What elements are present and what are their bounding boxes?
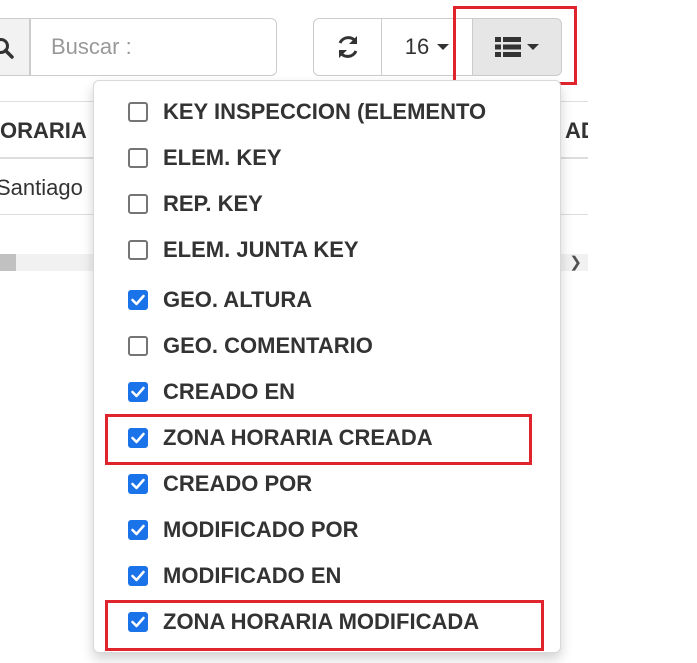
column-menu-item[interactable]: ELEM. JUNTA KEY: [128, 235, 359, 265]
column-header: ORARIA C: [0, 118, 108, 143]
highlight-zona-horaria-creada: [105, 414, 532, 465]
columns-dropdown-menu: KEY INSPECCION (ELEMENTO ELEM. KEY REP. KE…: [93, 80, 561, 653]
column-menu-item[interactable]: CREADO EN: [128, 377, 295, 407]
column-checkbox[interactable]: [128, 148, 148, 168]
highlight-zona-horaria-modificada: [105, 600, 544, 651]
column-menu-item[interactable]: MODIFICADO EN: [128, 561, 341, 591]
search-input[interactable]: [30, 18, 277, 76]
column-menu-item[interactable]: GEO. ALTURA: [128, 285, 312, 315]
column-menu-label: MODIFICADO EN: [163, 563, 342, 588]
column-menu-label: CREADO POR: [163, 471, 313, 496]
column-menu-item[interactable]: MODIFICADO POR: [128, 515, 359, 545]
column-checkbox[interactable]: [128, 566, 148, 586]
column-menu-label: GEO. COMENTARIO: [163, 333, 373, 358]
table-cell: Santiago: [0, 175, 83, 200]
column-menu-item[interactable]: CREADO POR: [128, 469, 312, 499]
refresh-button[interactable]: [313, 18, 382, 76]
column-menu-label: CREADO EN: [163, 379, 296, 404]
caret-down-icon: [437, 44, 450, 50]
column-checkbox[interactable]: [128, 102, 148, 122]
scrollbar-thumb[interactable]: [0, 254, 16, 271]
search-button[interactable]: [0, 18, 30, 76]
column-menu-item[interactable]: KEY INSPECCION (ELEMENTO: [128, 97, 486, 127]
highlight-columns-button: [453, 6, 577, 85]
column-menu-label: GEO. ALTURA: [163, 287, 313, 312]
column-menu-label: REP. KEY: [163, 191, 263, 216]
column-header: AD: [565, 118, 588, 143]
column-menu-label: ELEM. JUNTA KEY: [163, 237, 359, 262]
chevron-right-icon[interactable]: ❯: [569, 255, 582, 270]
check-icon: [131, 524, 145, 536]
column-menu-label: ELEM. KEY: [163, 145, 282, 170]
column-menu-item[interactable]: GEO. COMENTARIO: [128, 331, 373, 361]
column-checkbox[interactable]: [128, 520, 148, 540]
column-menu-label: KEY INSPECCION (ELEMENTO: [163, 99, 487, 124]
check-icon: [131, 294, 145, 306]
column-checkbox[interactable]: [128, 240, 148, 260]
column-menu-label: MODIFICADO POR: [163, 517, 359, 542]
check-icon: [131, 478, 145, 490]
check-icon: [131, 570, 145, 582]
column-checkbox[interactable]: [128, 336, 148, 356]
refresh-icon: [338, 36, 357, 58]
search-icon: [0, 38, 14, 59]
column-checkbox[interactable]: [128, 194, 148, 214]
column-checkbox[interactable]: [128, 382, 148, 402]
check-icon: [131, 386, 145, 398]
column-menu-item[interactable]: REP. KEY: [128, 189, 263, 219]
page-size-value: 16: [404, 34, 430, 59]
column-checkbox[interactable]: [128, 474, 148, 494]
column-menu-item[interactable]: ELEM. KEY: [128, 143, 282, 173]
column-checkbox[interactable]: [128, 290, 148, 310]
